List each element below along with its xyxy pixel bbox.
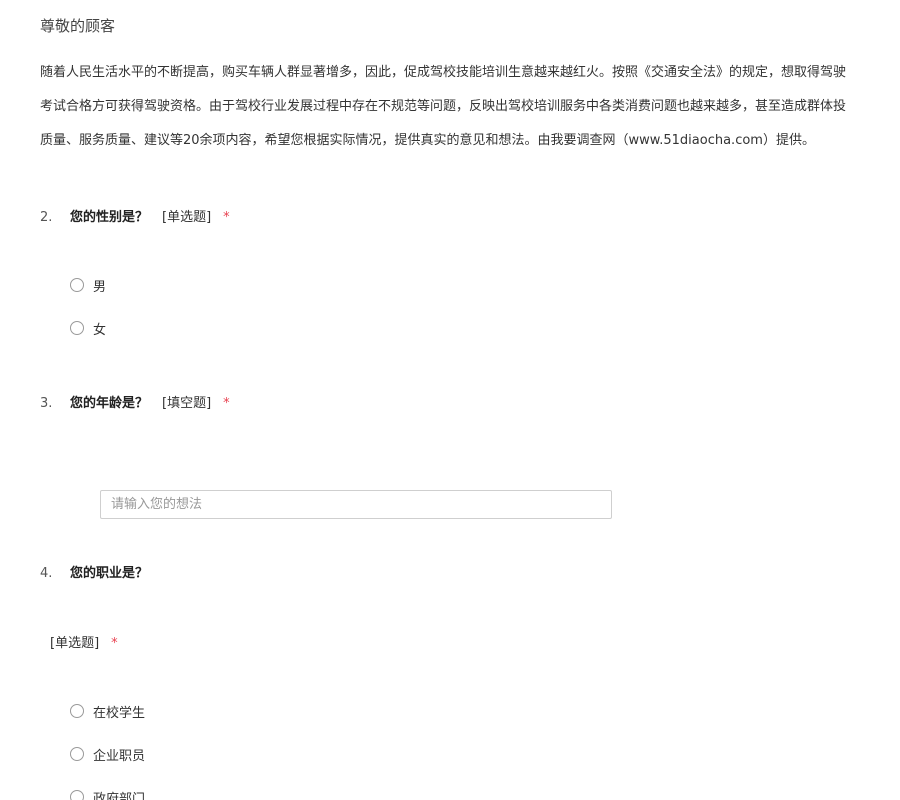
intro-line-1: 随着人民生活水平的不断提高，购买车辆人群显著增多，因此，促成驾校技能培训生意越来… [40,65,847,80]
radio-option-employee[interactable]: 企业职员 [70,744,145,764]
option-label: 在校学生 [93,705,146,721]
question-text: 您的年龄是？ [70,396,149,411]
required-marker: * [223,396,230,411]
question-2-title: 2. 您的性别是？ [单选题] * [40,206,230,225]
option-label: 男 [93,279,107,295]
radio-circle-icon[interactable] [70,790,84,800]
intro-line-2: 考试合格方可获得驾驶资格。由于驾校行业发展过程中存在不规范等问题，反映出驾校培训… [40,99,847,114]
survey-page: 尊敬的顾客 随着人民生活水平的不断提高，购买车辆人群显著增多，因此，促成驾校技能… [0,0,900,800]
question-4-title: 4. 您的职业是？ [40,562,148,581]
option-label: 女 [93,322,107,338]
intro-line-3: 质量、服务质量、建议等20余项内容，希望您根据实际情况，提供真实的意见和想法。由… [40,133,815,148]
question-text: 您的职业是？ [70,566,149,581]
question-type-label: [单选题] [162,210,212,225]
radio-option-female[interactable]: 女 [70,318,106,338]
question-type-label: [填空题] [162,396,212,411]
question-number: 2. [40,210,53,225]
question-3-title: 3. 您的年龄是？ [填空题] * [40,392,230,411]
radio-option-student[interactable]: 在校学生 [70,701,145,721]
option-label: 政府部门 [93,791,146,800]
age-input[interactable] [100,490,612,519]
radio-circle-icon[interactable] [70,278,84,292]
survey-intro: 随着人民生活水平的不断提高，购买车辆人群显著增多，因此，促成驾校技能培训生意越来… [40,56,900,158]
option-label: 企业职员 [93,748,146,764]
greeting-heading: 尊敬的顾客 [40,17,116,35]
question-type-label: [单选题] [50,636,100,651]
required-marker: * [223,210,230,225]
required-marker: * [111,636,118,651]
question-number: 4. [40,566,53,581]
question-number: 3. [40,396,53,411]
question-text: 您的性别是？ [70,210,149,225]
radio-option-government[interactable]: 政府部门 [70,787,145,800]
radio-option-male[interactable]: 男 [70,275,106,295]
question-4-type-line: [单选题] * [50,632,118,651]
radio-circle-icon[interactable] [70,704,84,718]
radio-circle-icon[interactable] [70,321,84,335]
radio-circle-icon[interactable] [70,747,84,761]
